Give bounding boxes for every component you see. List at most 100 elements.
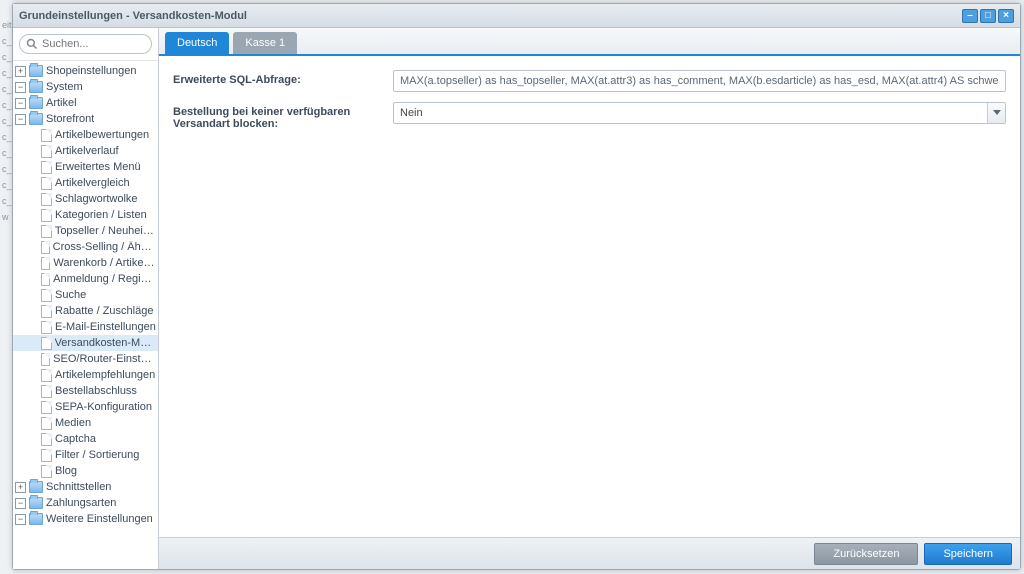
save-button[interactable]: Speichern — [924, 543, 1012, 565]
tab-kasse-1[interactable]: Kasse 1 — [233, 32, 297, 54]
folder-icon — [29, 97, 43, 109]
form-area: Erweiterte SQL-Abfrage: Bestellung bei k… — [159, 56, 1020, 537]
tree-folder[interactable]: − System — [13, 79, 158, 95]
file-icon — [41, 465, 52, 478]
label-sql: Erweiterte SQL-Abfrage: — [173, 70, 393, 86]
tree-label: Blog — [55, 465, 77, 477]
tree-item[interactable]: SEO/Router-Einstellungen — [13, 351, 158, 367]
tree-item[interactable]: Suche — [13, 287, 158, 303]
tree-label: Erweitertes Menü — [55, 161, 141, 173]
tree-label: Medien — [55, 417, 91, 429]
tree-folder[interactable]: − Artikel — [13, 95, 158, 111]
tree-label: Suche — [55, 289, 86, 301]
row-sql: Erweiterte SQL-Abfrage: — [173, 70, 1006, 92]
toggle-icon[interactable]: + — [15, 66, 26, 77]
tree-item[interactable]: Warenkorb / Artikeldetails — [13, 255, 158, 271]
window-buttons: – □ × — [962, 9, 1014, 23]
tree-item[interactable]: Topseller / Neuheiten — [13, 223, 158, 239]
bg-text: c_ — [0, 36, 12, 52]
file-icon — [41, 289, 52, 302]
search-wrap — [13, 28, 158, 61]
tree-label: E-Mail-Einstellungen — [55, 321, 156, 333]
file-icon — [41, 273, 50, 286]
tree-item[interactable]: E-Mail-Einstellungen — [13, 319, 158, 335]
tree-item[interactable]: Artikelempfehlungen — [13, 367, 158, 383]
file-icon — [41, 129, 52, 142]
folder-icon — [29, 481, 43, 493]
file-icon — [41, 177, 52, 190]
file-icon — [41, 225, 52, 238]
tree-item[interactable]: Artikelbewertungen — [13, 127, 158, 143]
bg-text: c_ — [0, 196, 12, 212]
file-icon — [41, 449, 52, 462]
tree-folder[interactable]: + Schnittstellen — [13, 479, 158, 495]
tree-label: Versandkosten-Modul — [55, 337, 156, 349]
toggle-icon[interactable]: − — [15, 514, 26, 525]
tree-label: Schnittstellen — [46, 481, 111, 493]
nav-tree: +Shopeinstellungen − System − Artikel − Storef… — [13, 61, 158, 569]
tree-item[interactable]: Artikelvergleich — [13, 175, 158, 191]
toggle-icon[interactable]: + — [15, 482, 26, 493]
bg-text: c_ — [0, 180, 12, 196]
tree-item[interactable]: Bestellabschluss — [13, 383, 158, 399]
file-icon — [41, 401, 52, 414]
reset-button[interactable]: Zurücksetzen — [814, 543, 918, 565]
bg-text: c_ — [0, 52, 12, 68]
tree-folder[interactable]: − Zahlungsarten — [13, 495, 158, 511]
file-icon — [41, 161, 52, 174]
tree-item[interactable]: Rabatte / Zuschläge — [13, 303, 158, 319]
folder-icon — [29, 65, 43, 77]
tree-label: SEO/Router-Einstellungen — [53, 353, 156, 365]
tree-item[interactable]: Captcha — [13, 431, 158, 447]
tree-label: Warenkorb / Artikeldetails — [53, 257, 156, 269]
tree-label: Artikel — [46, 97, 77, 109]
tree-item[interactable]: Medien — [13, 415, 158, 431]
file-icon — [41, 353, 50, 366]
tree-item[interactable]: SEPA-Konfiguration — [13, 399, 158, 415]
file-icon — [41, 257, 50, 270]
minimize-button[interactable]: – — [962, 9, 978, 23]
input-sql[interactable] — [393, 70, 1006, 92]
tree-item[interactable]: Cross-Selling / Ähnliche Art.. — [13, 239, 158, 255]
search-field[interactable] — [19, 34, 152, 54]
toggle-icon[interactable]: − — [15, 82, 26, 93]
tree-item[interactable]: Anmeldung / Registrierung — [13, 271, 158, 287]
tree-label: Weitere Einstellungen — [46, 513, 153, 525]
label-block: Bestellung bei keiner verfügbaren Versan… — [173, 102, 393, 130]
tree-item[interactable]: Schlagwortwolke — [13, 191, 158, 207]
tab-deutsch[interactable]: Deutsch — [165, 32, 229, 54]
bg-text: c_ — [0, 164, 12, 180]
tree-folder[interactable]: − Weitere Einstellungen — [13, 511, 158, 527]
tree-label: Zahlungsarten — [46, 497, 116, 509]
window-title: Grundeinstellungen - Versandkosten-Modul — [19, 10, 962, 22]
file-icon — [41, 385, 52, 398]
tree-item[interactable]: Kategorien / Listen — [13, 207, 158, 223]
search-input[interactable] — [42, 38, 145, 50]
tree-label: Filter / Sortierung — [55, 449, 139, 461]
tree-label: System — [46, 81, 83, 93]
tree-label: Artikelverlauf — [55, 145, 119, 157]
tree-item[interactable]: Filter / Sortierung — [13, 447, 158, 463]
tree-label: Storefront — [46, 113, 94, 125]
tree-item[interactable]: Blog — [13, 463, 158, 479]
bg-text: c_ — [0, 116, 12, 132]
tree-item[interactable]: Versandkosten-Modul — [13, 335, 158, 351]
combo-block-trigger[interactable] — [987, 103, 1005, 123]
toggle-icon[interactable]: − — [15, 114, 26, 125]
file-icon — [41, 305, 52, 318]
row-block: Bestellung bei keiner verfügbaren Versan… — [173, 102, 1006, 130]
tree-item[interactable]: Artikelverlauf — [13, 143, 158, 159]
combo-block[interactable]: Nein — [393, 102, 1006, 124]
toggle-icon[interactable]: − — [15, 98, 26, 109]
titlebar: Grundeinstellungen - Versandkosten-Modul… — [13, 4, 1020, 28]
maximize-button[interactable]: □ — [980, 9, 996, 23]
tree-folder[interactable]: +Shopeinstellungen — [13, 63, 158, 79]
toggle-icon[interactable]: − — [15, 498, 26, 509]
file-icon — [41, 241, 50, 254]
tree-label: Artikelvergleich — [55, 177, 130, 189]
bg-text: c_ — [0, 100, 12, 116]
tree-item[interactable]: Erweitertes Menü — [13, 159, 158, 175]
tree-label: Artikelempfehlungen — [55, 369, 155, 381]
tree-folder[interactable]: − Storefront — [13, 111, 158, 127]
close-button[interactable]: × — [998, 9, 1014, 23]
